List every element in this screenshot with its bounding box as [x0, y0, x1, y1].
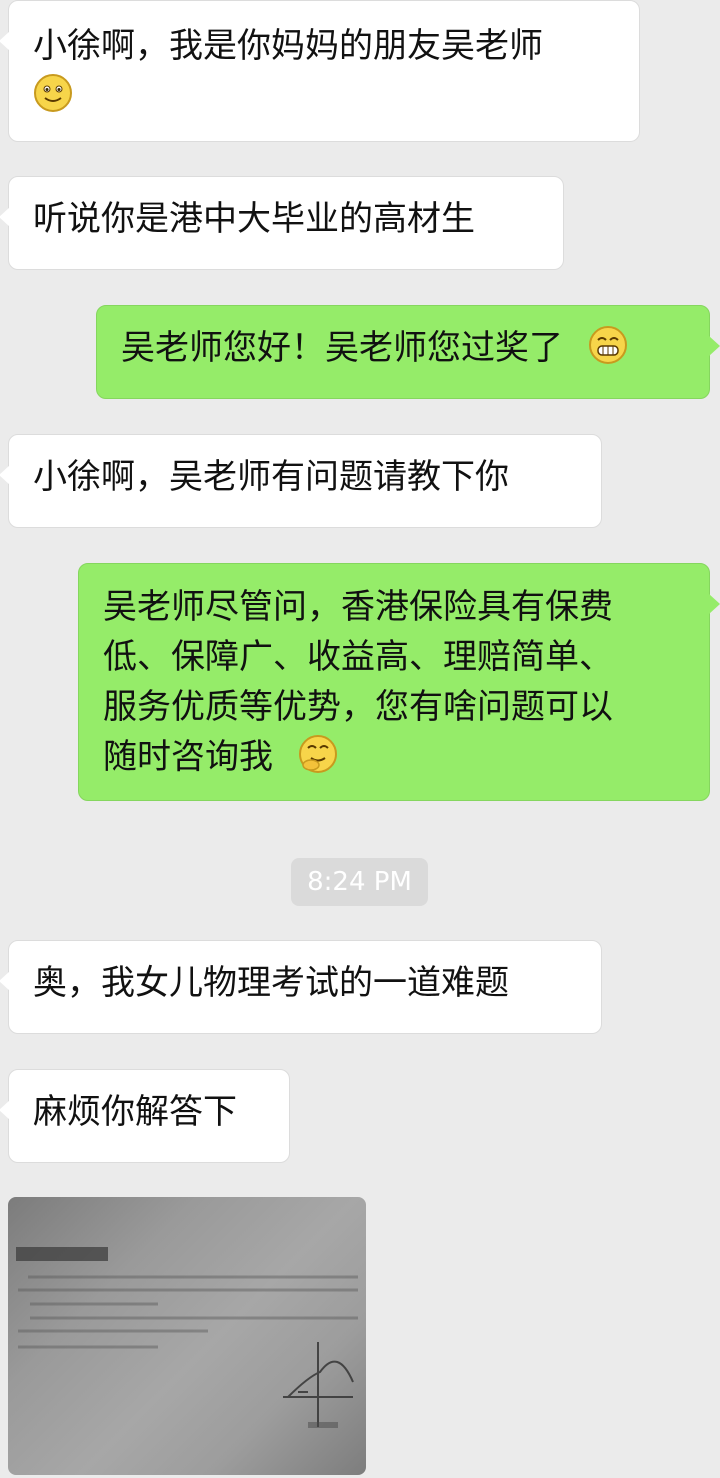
- message-text: 奥，我女儿物理考试的一道难题: [33, 963, 509, 1003]
- message-line: 吴老师尽管问，香港保险具有保费: [103, 587, 613, 627]
- exam-photo-image: [16, 1247, 358, 1428]
- message-bubble-right[interactable]: 吴老师尽管问，香港保险具有保费 低、保障广、收益高、理赔简单、 服务优质等优势，…: [78, 563, 720, 801]
- message-bubble-left[interactable]: 小徐啊，我是你妈妈的朋友吴老师: [0, 0, 640, 142]
- message-line: 服务优质等优势，您有啥问题可以: [103, 687, 613, 727]
- chuckle-emoji-icon: [298, 735, 337, 773]
- message-text: 麻烦你解答下: [33, 1092, 237, 1132]
- timestamp-pill: 8:24 PM: [291, 858, 428, 906]
- message-line: 随时咨询我: [103, 737, 273, 777]
- message-bubble-left[interactable]: 小徐啊，吴老师有问题请教下你: [0, 434, 602, 528]
- message-bubble-left[interactable]: 麻烦你解答下: [0, 1069, 290, 1163]
- message-bubble-left[interactable]: 听说你是港中大毕业的高材生: [0, 176, 564, 270]
- message-text: 小徐啊，吴老师有问题请教下你: [33, 457, 509, 497]
- photo-message[interactable]: [8, 1197, 366, 1475]
- message-line: 低、保障广、收益高、理赔简单、: [103, 637, 613, 677]
- smile-emoji-icon: [34, 74, 72, 112]
- grin-emoji-icon: [588, 326, 627, 364]
- message-text: 听说你是港中大毕业的高材生: [33, 199, 475, 239]
- message-bubble-left[interactable]: 奥，我女儿物理考试的一道难题: [0, 940, 602, 1034]
- message-bubble-right[interactable]: 吴老师您好！吴老师您过奖了: [96, 305, 720, 399]
- message-text: 吴老师您好！吴老师您过奖了: [121, 328, 563, 368]
- message-text: 小徐啊，我是你妈妈的朋友吴老师: [33, 26, 543, 66]
